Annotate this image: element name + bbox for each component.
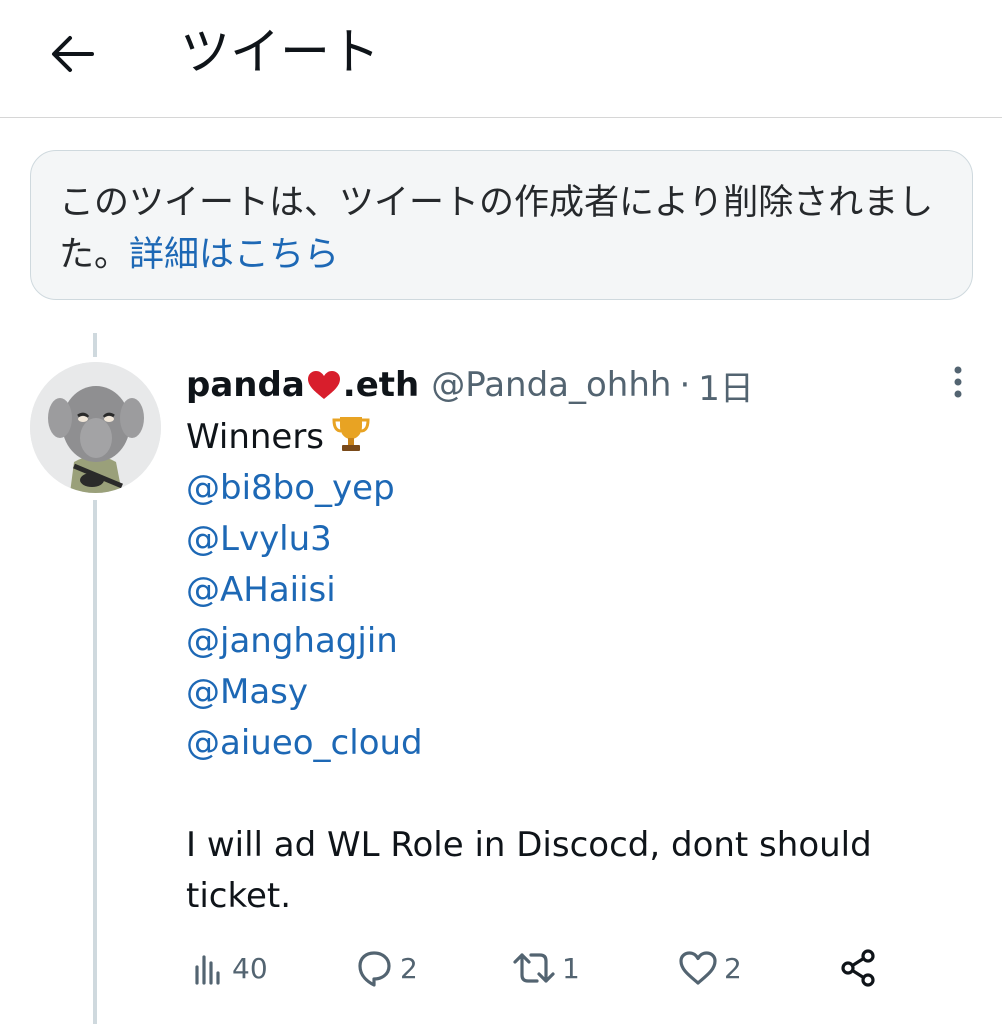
mention-link[interactable]: @Masy [186,667,976,718]
like-button[interactable]: 2 [678,938,742,998]
avatar[interactable] [30,362,161,493]
body-line-2: ticket. [186,876,292,916]
deleted-tweet-notice: このツイートは、ツイートの作成者により削除されました。詳細はこちら [30,150,973,300]
reply-count: 2 [400,951,418,985]
retweet-button[interactable]: 1 [512,938,580,998]
views-count: 40 [232,951,268,985]
mention-link[interactable]: @bi8bo_yep [186,463,976,514]
display-name-part1: panda [186,365,305,405]
tweet[interactable]: panda .eth @Panda_ohhh · 1日 Winners @bi8… [186,358,976,922]
views-button[interactable]: 40 [192,938,268,998]
mention-link[interactable]: @AHaiisi [186,565,976,616]
tweet-actions: 40 2 1 2 [186,938,906,998]
separator-dot: · [679,365,691,405]
share-icon [841,949,875,987]
arrow-left-icon [52,36,94,72]
winners-line: Winners [186,412,976,463]
page-title: ツイート [180,23,380,81]
mention-link[interactable]: @Lvylu3 [186,514,976,565]
tweet-text: Winners @bi8bo_yep @Lvylu3 @AHaiisi @jan… [186,412,976,922]
tweet-header: panda .eth @Panda_ohhh · 1日 [186,358,976,412]
retweet-count: 1 [562,951,580,985]
mention-link[interactable]: @janghagjin [186,616,976,667]
user-handle[interactable]: @Panda_ohhh [431,365,671,405]
trophy-icon [332,417,370,451]
reply-icon [358,951,391,987]
body-line-1: I will ad WL Role in Discocd, dont shoul… [186,825,872,865]
like-count: 2 [724,951,742,985]
mention-link[interactable]: @aiueo_cloud [186,718,976,769]
share-button[interactable] [838,938,884,998]
retweet-icon [513,953,555,983]
avatar-image [30,362,161,493]
red-heart-emoji-icon [307,371,340,399]
tweet-time[interactable]: 1日 [698,361,754,410]
display-name[interactable]: panda .eth [186,365,419,405]
bar-chart-icon [195,955,220,985]
back-button[interactable] [40,24,104,84]
winners-text: Winners [186,417,325,457]
more-options-button[interactable] [940,362,976,402]
app-header: ツイート [0,0,1002,118]
thread-line [93,500,97,1024]
display-name-part2: .eth [342,365,420,405]
learn-more-link[interactable]: 詳細はこちら [129,235,339,275]
more-vertical-icon [954,366,962,398]
thread-line-top [93,333,97,357]
reply-button[interactable]: 2 [354,938,418,998]
heart-outline-icon [679,951,717,985]
